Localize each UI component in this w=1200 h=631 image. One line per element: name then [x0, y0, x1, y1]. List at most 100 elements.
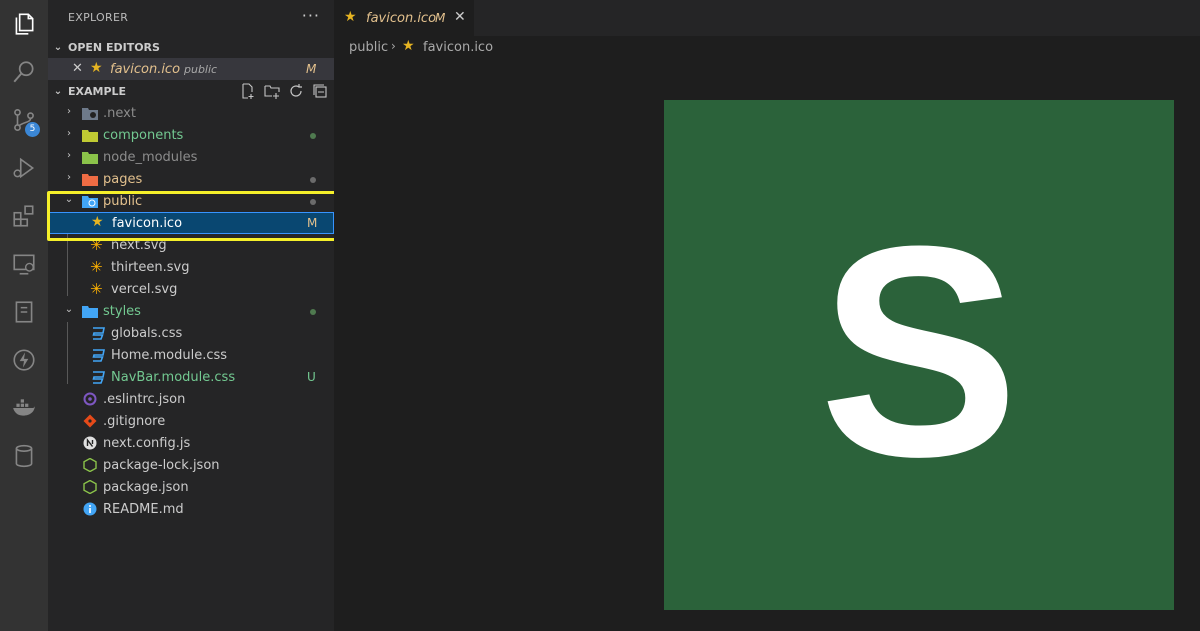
star-icon: ★: [344, 9, 357, 25]
explorer-toolbar: [240, 83, 328, 99]
css-file-icon: [92, 349, 105, 362]
tree-label: .eslintrc.json: [103, 392, 186, 407]
tree-label: package-lock.json: [103, 458, 220, 473]
open-editor-dir: public: [184, 63, 218, 76]
editor-tab-bar: ★ favicon.ico M ✕: [334, 0, 1200, 36]
node-file-icon: [83, 480, 97, 494]
new-file-icon[interactable]: [240, 83, 256, 99]
modified-status: M: [435, 11, 446, 25]
tree-folder-next[interactable]: › .next: [48, 102, 334, 124]
search-icon[interactable]: [0, 50, 48, 94]
preview-letter: S: [819, 183, 1019, 519]
explorer-sidebar: EXPLORER ··· ⌄ OPEN EDITORS ✕ ★ favicon.…: [48, 0, 334, 631]
chevron-down-icon: ⌄: [64, 304, 74, 315]
tree-file-thirteen-svg[interactable]: ✳ thirteen.svg: [48, 256, 334, 278]
open-editors-label: OPEN EDITORS: [68, 40, 160, 54]
svg-file-icon: ✳: [90, 258, 103, 276]
eslint-file-icon: [83, 392, 97, 406]
highlight-annotation-box: [47, 191, 381, 241]
tree-label: styles: [103, 304, 141, 319]
lightning-icon[interactable]: [0, 338, 48, 382]
close-icon[interactable]: ✕: [72, 61, 83, 76]
tree-folder-node-modules[interactable]: › node_modules: [48, 146, 334, 168]
tree-label: globals.css: [111, 326, 183, 341]
tree-file-vercel-svg[interactable]: ✳ vercel.svg: [48, 278, 334, 300]
next-file-icon: [83, 436, 97, 450]
change-dot: [310, 309, 316, 315]
git-file-icon: [83, 414, 97, 428]
extensions-icon[interactable]: [0, 194, 48, 238]
next-folder-icon: [82, 108, 98, 120]
tree-file-readme[interactable]: README.md: [48, 498, 334, 520]
chevron-right-icon: ›: [67, 172, 71, 183]
chevron-right-icon: ›: [391, 39, 396, 53]
run-debug-icon[interactable]: [0, 146, 48, 190]
tree-folder-styles[interactable]: ⌄ styles: [48, 300, 334, 322]
open-editor-item[interactable]: ✕ ★ favicon.ico public M: [48, 58, 334, 80]
star-icon: ★: [90, 60, 103, 76]
tree-file-package-json[interactable]: package.json: [48, 476, 334, 498]
chevron-down-icon: ⌄: [53, 85, 63, 97]
tree-label: .next: [103, 106, 136, 121]
tree-file-home-module-css[interactable]: Home.module.css: [48, 344, 334, 366]
tab-label: favicon.ico: [366, 11, 437, 26]
modified-status: M: [306, 62, 317, 76]
tree-label: pages: [103, 172, 143, 187]
open-editor-filename: favicon.ico: [110, 62, 181, 77]
breadcrumb-file[interactable]: favicon.ico: [423, 40, 493, 55]
more-actions-icon[interactable]: ···: [302, 6, 320, 25]
svg-file-icon: ✳: [90, 280, 103, 298]
star-icon: ★: [402, 38, 415, 54]
sidebar-title: EXPLORER: [68, 11, 129, 24]
tree-file-gitignore[interactable]: .gitignore: [48, 410, 334, 432]
tree-label: README.md: [103, 502, 184, 517]
tree-folder-components[interactable]: › components: [48, 124, 334, 146]
collapse-all-icon[interactable]: [312, 83, 328, 99]
untracked-status: U: [307, 370, 316, 384]
docker-icon[interactable]: [0, 386, 48, 430]
notebook-icon[interactable]: [0, 290, 48, 334]
tree-file-eslintrc[interactable]: .eslintrc.json: [48, 388, 334, 410]
new-folder-icon[interactable]: [264, 83, 280, 99]
tree-label: node_modules: [103, 150, 198, 165]
info-file-icon: [83, 502, 97, 516]
activity-bar: 5: [0, 0, 48, 631]
explorer-icon[interactable]: [0, 2, 48, 46]
workspace-label: EXAMPLE: [68, 84, 127, 98]
components-folder-icon: [82, 130, 98, 142]
chevron-right-icon: ›: [67, 106, 71, 117]
tree-file-next-config[interactable]: next.config.js: [48, 432, 334, 454]
chevron-right-icon: ›: [67, 150, 71, 161]
pages-folder-icon: [82, 174, 98, 186]
tree-label: .gitignore: [103, 414, 166, 429]
remote-explorer-icon[interactable]: [0, 242, 48, 286]
scm-count-badge: 5: [25, 122, 40, 137]
styles-folder-icon: [82, 306, 98, 318]
tree-file-package-lock[interactable]: package-lock.json: [48, 454, 334, 476]
change-dot: [310, 177, 316, 183]
change-dot: [310, 133, 316, 139]
editor-area: S: [334, 58, 1200, 631]
tree-file-globals-css[interactable]: globals.css: [48, 322, 334, 344]
tab-favicon[interactable]: ★ favicon.ico M ✕: [334, 0, 474, 36]
close-icon[interactable]: ✕: [454, 9, 466, 25]
tree-label: next.config.js: [103, 436, 191, 451]
tree-label: Home.module.css: [111, 348, 228, 363]
tree-file-navbar-module-css[interactable]: NavBar.module.css U: [48, 366, 334, 388]
breadcrumb: public › ★ favicon.ico: [334, 36, 1200, 58]
tree-label: vercel.svg: [111, 282, 178, 297]
tree-label: package.json: [103, 480, 189, 495]
breadcrumb-folder[interactable]: public: [349, 40, 388, 55]
tree-label: thirteen.svg: [111, 260, 190, 275]
tree-folder-pages[interactable]: › pages: [48, 168, 334, 190]
database-icon[interactable]: [0, 434, 48, 478]
chevron-down-icon: ⌄: [53, 41, 63, 53]
refresh-icon[interactable]: [288, 83, 304, 99]
source-control-icon[interactable]: 5: [0, 98, 48, 142]
chevron-right-icon: ›: [67, 128, 71, 139]
node-folder-icon: [82, 152, 98, 164]
open-editors-header[interactable]: ⌄ OPEN EDITORS: [48, 36, 334, 58]
tree-label: NavBar.module.css: [111, 370, 236, 385]
node-file-icon: [83, 458, 97, 472]
image-preview: S: [664, 100, 1174, 610]
